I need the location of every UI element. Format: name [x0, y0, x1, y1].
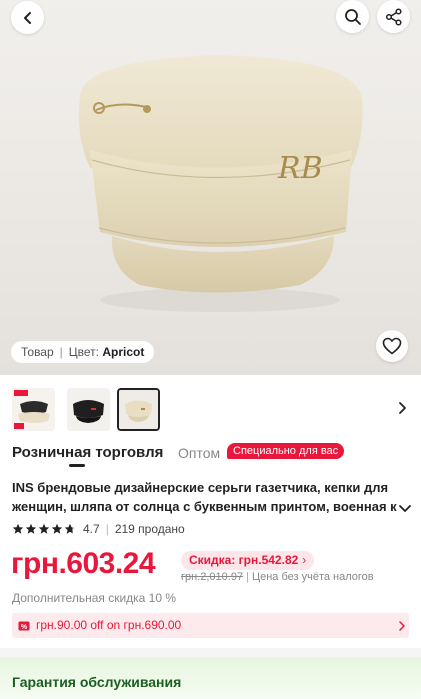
tab-retail[interactable]: Розничная торговля [12, 444, 163, 461]
favorite-button[interactable] [376, 330, 408, 362]
old-price-row: грн.2,010.97 | Цена без учёта налогов [181, 571, 374, 583]
product-photo: RB [78, 55, 363, 312]
rating-stars [12, 523, 77, 535]
search-button[interactable] [336, 0, 369, 33]
chevron-left-icon [23, 11, 31, 24]
active-tab-indicator [69, 464, 85, 467]
thumbnail-2-image [67, 388, 110, 431]
current-price: грн.603.24 [11, 547, 156, 580]
product-title[interactable]: INS брендовые дизайнерские серьги газетч… [12, 478, 410, 516]
rating-divider: | [105, 522, 109, 536]
svg-text:%: % [21, 624, 28, 631]
thumbnail-1[interactable] [12, 388, 55, 431]
star-icon [12, 523, 24, 534]
coupon-text: грн.90.00 off on грн.690.00 [36, 618, 182, 632]
purchase-mode-tabs: Розничная торговля Оптом Специально для … [0, 438, 421, 468]
coupon-banner[interactable]: % грн.90.00 off on грн.690.00 [12, 613, 409, 638]
chevron-right-icon [399, 621, 405, 631]
share-button[interactable] [377, 0, 410, 33]
thumbnail-3-image [119, 390, 158, 429]
chevron-right-icon[interactable] [395, 400, 409, 416]
special-offer-badge: Специально для вас [227, 443, 345, 459]
discount-chip[interactable]: Скидка: грн.542.82 › [181, 551, 315, 570]
section-divider [0, 648, 421, 657]
extra-discount-note: Дополнительная скидка 10 % [12, 591, 177, 605]
search-icon [344, 8, 361, 25]
discount-chip-label: Скидка: грн.542.82 [189, 553, 299, 567]
thumbnail-strip [0, 382, 421, 434]
product-title-line-2: женщин, шляпа от солнца с буквенным прин… [12, 499, 397, 514]
chevron-right-icon: › [302, 553, 307, 567]
tab-wholesale[interactable]: Оптом [178, 445, 220, 461]
variant-color-pill[interactable]: Товар | Цвет: Apricot [11, 341, 155, 363]
rating-value: 4.7 [83, 522, 100, 536]
product-image-area[interactable]: RB Товар | Цвет: Apricot [0, 0, 421, 375]
thumbnail-3-selected[interactable] [117, 388, 160, 431]
service-guarantee-title: Гарантия обслуживания [12, 674, 182, 690]
old-price: грн.2,010.97 [181, 571, 244, 583]
thumbnail-2[interactable] [67, 388, 110, 431]
back-button[interactable] [11, 1, 44, 34]
star-icon [25, 523, 37, 534]
coupon-percent-icon: % [18, 621, 30, 631]
product-title-line-1: INS брендовые дизайнерские серьги газетч… [12, 480, 389, 495]
product-page: RB Товар | Цвет: Apricot Розничная торго… [0, 0, 421, 699]
sold-count: 219 продано [114, 522, 185, 536]
star-half-icon [64, 523, 76, 534]
color-value: Apricot [102, 345, 145, 359]
rating-row[interactable]: 4.7 | 219 продано [12, 521, 185, 537]
pill-divider: | [59, 345, 63, 359]
price-divider: | [246, 571, 249, 583]
chevron-down-icon[interactable] [398, 501, 412, 515]
star-icon [38, 523, 50, 534]
emblem-letters: RB [277, 151, 323, 186]
heart-outline-icon [382, 337, 402, 355]
color-prefix: Цвет: [68, 345, 100, 359]
tax-note: Цена без учёта налогов [251, 571, 374, 583]
share-icon [385, 7, 402, 26]
thumbnail-1-image [12, 388, 55, 431]
service-guarantee-section[interactable]: Гарантия обслуживания [0, 657, 421, 699]
star-icon [51, 523, 63, 534]
variant-label: Товар [21, 345, 54, 359]
